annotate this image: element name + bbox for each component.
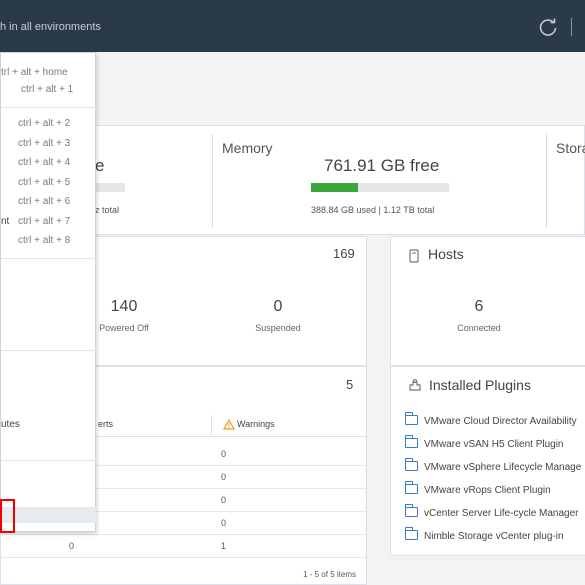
global-search-input[interactable]: h in all environments: [0, 21, 101, 33]
table-row[interactable]: 01: [1, 535, 368, 558]
memory-free-value: 761.91 GB free: [324, 156, 440, 175]
menu-shortcut-2[interactable]: ctrl + alt + 2: [18, 118, 70, 129]
powered-off-label: Powered Off: [99, 323, 149, 333]
memory-title: Memory: [222, 140, 273, 156]
memory-detail-text: 388.84 GB used | 1.12 TB total: [311, 205, 435, 215]
warnings-column-header[interactable]: Warnings: [237, 419, 275, 429]
top-header: h in all environments: [0, 0, 585, 52]
plugin-item[interactable]: Nimble Storage vCenter plug-in: [405, 527, 564, 548]
suspended-label: Suspended: [255, 323, 301, 333]
folder-icon: [405, 481, 418, 494]
header-divider: [571, 18, 572, 36]
plugins-title: Installed Plugins: [429, 377, 531, 393]
menu-shortcut-3[interactable]: ctrl + alt + 3: [18, 138, 70, 149]
cpu-usage-bar: [95, 183, 125, 192]
folder-icon: [405, 435, 418, 448]
plugin-item[interactable]: vCenter Server Life-cycle Manager: [405, 504, 579, 525]
plugin-item[interactable]: VMware Cloud Director Availability: [405, 412, 577, 433]
menu-divider: [1, 107, 96, 108]
menu-shortcut-4[interactable]: ctrl + alt + 4: [18, 157, 70, 168]
folder-icon: [405, 527, 418, 540]
menu-item-attributes[interactable]: utes: [1, 419, 20, 430]
hosts-title: Hosts: [428, 246, 464, 262]
menu-shortcut-1[interactable]: ctrl + alt + 1: [21, 84, 73, 95]
refresh-icon[interactable]: [537, 16, 559, 38]
navigation-menu: trl + alt + home ctrl + alt + 1 ctrl + a…: [0, 52, 96, 532]
storage-title: Stora: [556, 140, 585, 156]
memory-usage-fill: [311, 183, 358, 192]
menu-divider: [1, 258, 96, 259]
memory-usage-bar: [311, 183, 449, 192]
menu-divider: [1, 350, 96, 351]
suspended-count: 0: [273, 298, 283, 315]
plugin-item[interactable]: VMware vRops Client Plugin: [405, 481, 551, 502]
folder-icon: [405, 458, 418, 471]
highlight-annotation-box: [0, 499, 15, 533]
menu-shortcut-8[interactable]: ctrl + alt + 8: [18, 235, 70, 246]
plugin-icon: [409, 379, 421, 391]
hosts-connected-count: 6: [474, 298, 484, 315]
menu-item-highlighted[interactable]: [1, 507, 96, 523]
powered-off-count: 140: [110, 298, 138, 315]
summary-divider: [212, 134, 213, 228]
plugin-item[interactable]: VMware vSAN H5 Client Plugin: [405, 435, 564, 456]
host-icon: [409, 249, 419, 263]
cpu-free-value: e: [95, 156, 105, 175]
alarms-total-count: 5: [346, 377, 354, 392]
cpu-total-text: z total: [95, 205, 120, 215]
pagination-text: 1 - 5 of 5 items: [303, 570, 356, 579]
installed-plugins-panel: Installed Plugins VMware Cloud Director …: [390, 366, 585, 556]
folder-icon: [405, 412, 418, 425]
menu-divider: [1, 460, 96, 461]
vms-total-count: 169: [333, 246, 355, 261]
menu-item-7-label[interactable]: nt: [1, 216, 9, 227]
plugin-item[interactable]: VMware vSphere Lifecycle Manage: [405, 458, 581, 479]
warning-icon: [223, 419, 235, 430]
menu-shortcut-6[interactable]: ctrl + alt + 6: [18, 196, 70, 207]
summary-divider: [546, 134, 547, 228]
column-divider: [211, 415, 212, 435]
alerts-column-header[interactable]: erts: [98, 419, 113, 429]
menu-shortcut-home[interactable]: trl + alt + home: [1, 67, 68, 78]
hosts-panel: Hosts 6 Connected: [390, 236, 585, 366]
folder-icon: [405, 504, 418, 517]
menu-shortcut-7[interactable]: ctrl + alt + 7: [18, 216, 70, 227]
hosts-connected-label: Connected: [457, 323, 501, 333]
menu-shortcut-5[interactable]: ctrl + alt + 5: [18, 177, 70, 188]
